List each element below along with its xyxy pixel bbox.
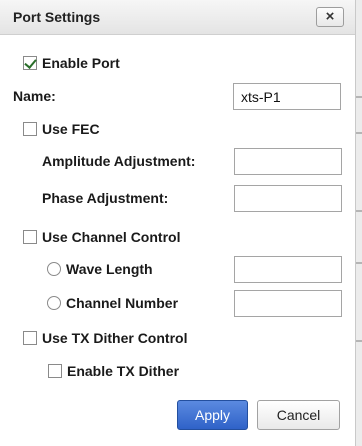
phase-adjustment-input[interactable] xyxy=(234,185,342,212)
use-fec-row[interactable]: Use FEC xyxy=(23,118,100,140)
cancel-button[interactable]: Cancel xyxy=(257,400,340,430)
close-button[interactable]: × xyxy=(316,7,344,27)
enable-tx-dither-label: Enable TX Dither xyxy=(67,363,180,379)
enable-port-checkbox[interactable] xyxy=(23,56,37,70)
use-tx-dither-label: Use TX Dither Control xyxy=(42,330,188,346)
channel-number-input[interactable] xyxy=(234,290,342,317)
name-row: Name: xyxy=(13,85,56,107)
amplitude-adjustment-input[interactable] xyxy=(234,148,342,175)
channel-number-radio[interactable] xyxy=(47,296,61,310)
checkmark-icon xyxy=(24,56,37,69)
enable-port-row[interactable]: Enable Port xyxy=(23,52,120,74)
edge-mark xyxy=(356,210,362,212)
wave-length-input[interactable] xyxy=(234,256,342,283)
edge-mark xyxy=(356,96,362,98)
wave-length-radio[interactable] xyxy=(47,262,61,276)
channel-number-label: Channel Number xyxy=(66,295,179,311)
use-channel-control-checkbox[interactable] xyxy=(23,230,37,244)
background-window-edge xyxy=(355,0,362,446)
use-channel-control-row[interactable]: Use Channel Control xyxy=(23,226,180,248)
name-label: Name: xyxy=(13,88,56,104)
amplitude-row: Amplitude Adjustment: xyxy=(42,150,195,172)
enable-tx-dither-checkbox[interactable] xyxy=(48,364,62,378)
close-icon: × xyxy=(325,8,335,25)
edge-mark xyxy=(356,262,362,264)
enable-port-label: Enable Port xyxy=(42,55,120,71)
use-tx-dither-checkbox[interactable] xyxy=(23,331,37,345)
name-input[interactable] xyxy=(233,83,341,110)
port-settings-dialog: Port Settings × Enable Port Name: Use FE… xyxy=(0,0,355,446)
dialog-title: Port Settings xyxy=(13,9,101,25)
wave-length-row[interactable]: Wave Length xyxy=(47,258,153,280)
amplitude-adjustment-label: Amplitude Adjustment: xyxy=(42,153,196,169)
phase-adjustment-label: Phase Adjustment: xyxy=(42,190,169,206)
use-tx-dither-row[interactable]: Use TX Dither Control xyxy=(23,327,187,349)
channel-number-row[interactable]: Channel Number xyxy=(47,292,178,314)
dialog-titlebar: Port Settings × xyxy=(0,0,355,35)
apply-button[interactable]: Apply xyxy=(177,400,248,430)
use-fec-label: Use FEC xyxy=(42,121,100,137)
use-fec-checkbox[interactable] xyxy=(23,122,37,136)
enable-tx-dither-row[interactable]: Enable TX Dither xyxy=(48,360,179,382)
edge-mark xyxy=(356,340,362,342)
edge-mark xyxy=(356,132,362,134)
use-channel-control-label: Use Channel Control xyxy=(42,229,181,245)
wave-length-label: Wave Length xyxy=(66,261,153,277)
phase-row: Phase Adjustment: xyxy=(42,187,168,209)
